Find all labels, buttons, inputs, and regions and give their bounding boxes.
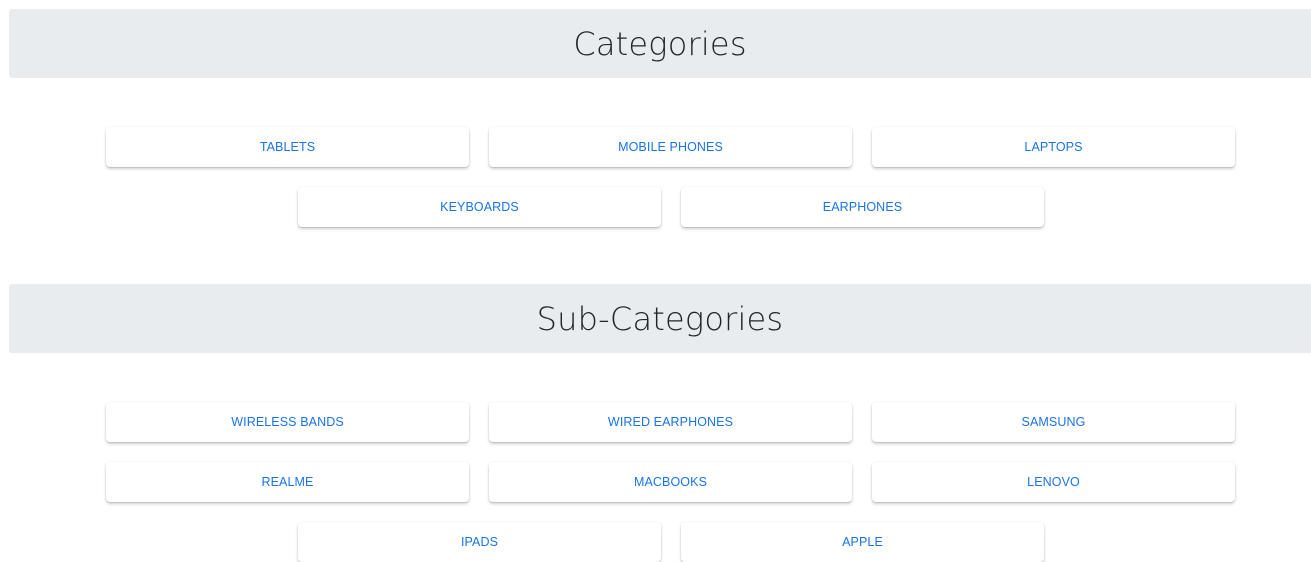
category-button-mobile-phones[interactable]: MOBILE PHONES — [489, 127, 852, 167]
subcategory-button-wireless-bands[interactable]: WIRELESS BANDS — [106, 402, 469, 442]
subcategory-button-ipads[interactable]: IPADS — [298, 522, 661, 562]
category-button-tablets[interactable]: TABLETS — [106, 127, 469, 167]
subcategory-button-apple[interactable]: APPLE — [681, 522, 1044, 562]
subcategory-button-wired-earphones[interactable]: WIRED EARPHONES — [489, 402, 852, 442]
category-button-laptops[interactable]: LAPTOPS — [872, 127, 1235, 167]
category-button-keyboards[interactable]: KEYBOARDS — [298, 187, 661, 227]
categories-header: Categories — [9, 9, 1311, 78]
subcategory-button-lenovo[interactable]: LENOVO — [872, 462, 1235, 502]
category-button-earphones[interactable]: EARPHONES — [681, 187, 1044, 227]
subcategory-button-realme[interactable]: REALME — [106, 462, 469, 502]
subcategory-button-macbooks[interactable]: MACBOOKS — [489, 462, 852, 502]
subcategories-title: Sub-Categories — [536, 299, 784, 338]
categories-title: Categories — [573, 24, 747, 63]
subcategories-header: Sub-Categories — [9, 284, 1311, 353]
subcategory-button-samsung[interactable]: SAMSUNG — [872, 402, 1235, 442]
